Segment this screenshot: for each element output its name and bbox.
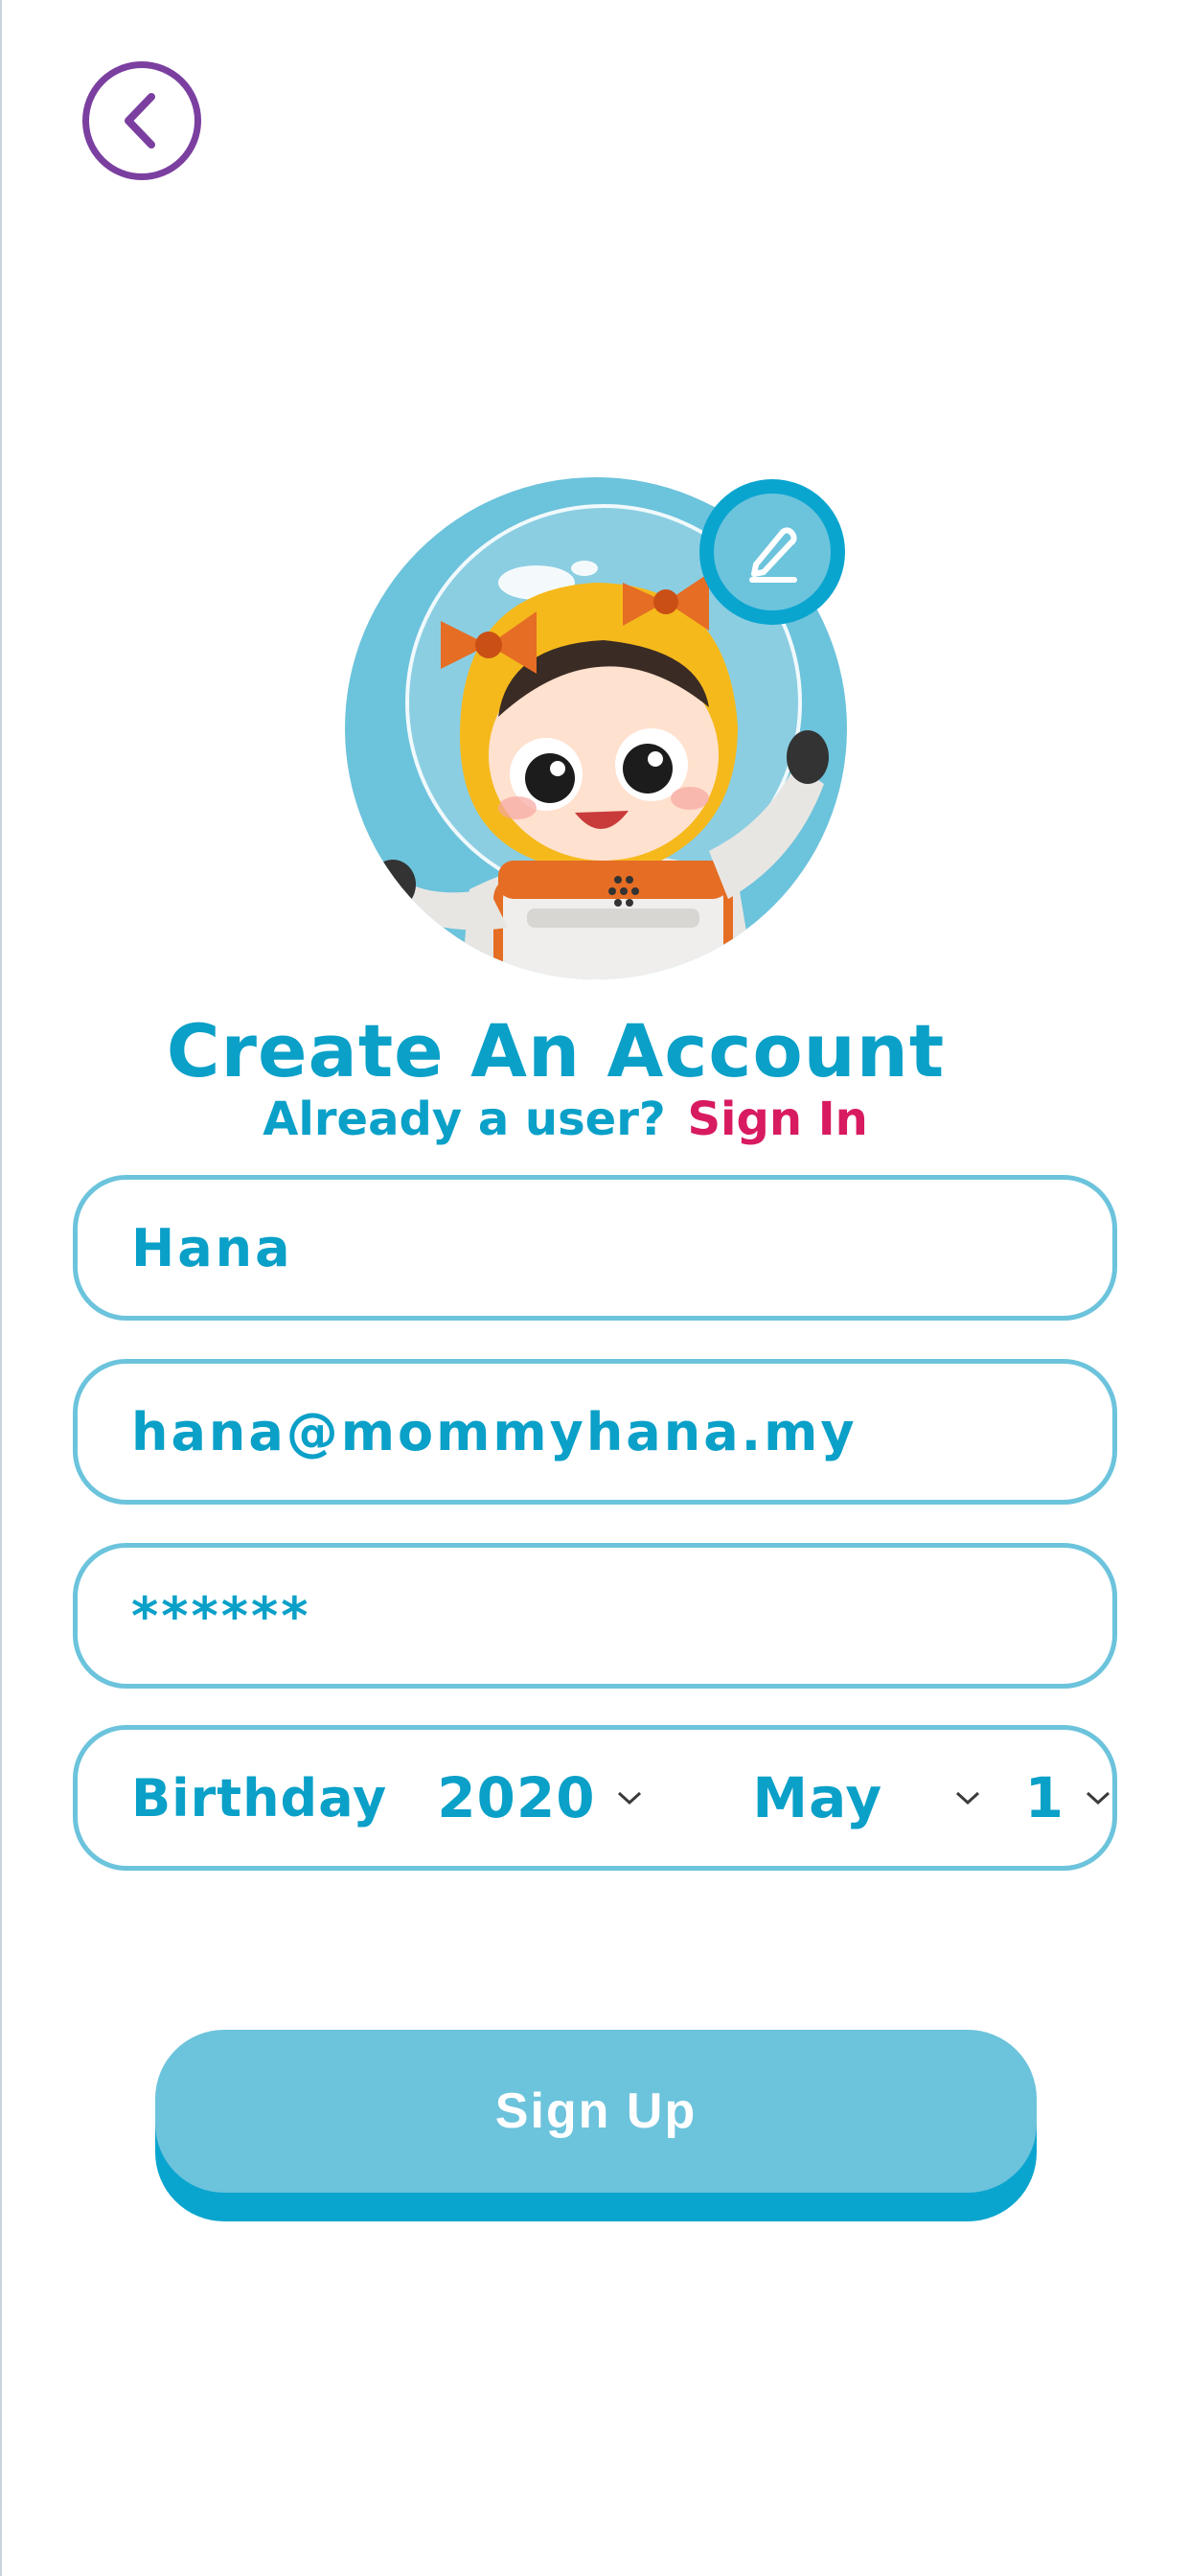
- chevron-down-icon: [953, 1788, 982, 1807]
- name-value: Hana: [131, 1217, 293, 1278]
- name-field[interactable]: Hana: [73, 1175, 1117, 1321]
- day-value: 1: [1024, 1765, 1064, 1830]
- month-value: May: [752, 1765, 883, 1830]
- month-select[interactable]: May: [752, 1765, 1024, 1830]
- sign-in-link[interactable]: Sign In: [687, 1092, 867, 1146]
- password-value: ******: [131, 1585, 311, 1646]
- password-field[interactable]: ******: [73, 1543, 1117, 1689]
- birthday-label: Birthday: [131, 1767, 388, 1828]
- year-value: 2020: [437, 1765, 596, 1830]
- day-select[interactable]: 1: [1025, 1765, 1112, 1830]
- edit-avatar-button[interactable]: [699, 479, 845, 625]
- year-select[interactable]: 2020: [437, 1765, 752, 1830]
- pencil-icon: [749, 527, 797, 583]
- screen-edge: [0, 0, 2, 2576]
- birthday-field: Birthday 2020 May 1: [73, 1725, 1117, 1871]
- back-button[interactable]: [82, 61, 201, 180]
- chevron-down-icon: [615, 1788, 644, 1807]
- email-value: hana@mommyhana.my: [131, 1401, 858, 1462]
- sign-up-button[interactable]: Sign Up: [155, 2030, 1037, 2193]
- chevron-left-icon: [125, 93, 155, 149]
- email-field[interactable]: hana@mommyhana.my: [73, 1359, 1117, 1505]
- signin-prompt: Already a user? Sign In: [0, 1092, 1131, 1146]
- chevron-down-icon: [1084, 1788, 1112, 1807]
- signin-prompt-text: Already a user?: [263, 1092, 666, 1146]
- page-title: Create An Account: [166, 1008, 946, 1093]
- edit-avatar-inner: [714, 494, 831, 610]
